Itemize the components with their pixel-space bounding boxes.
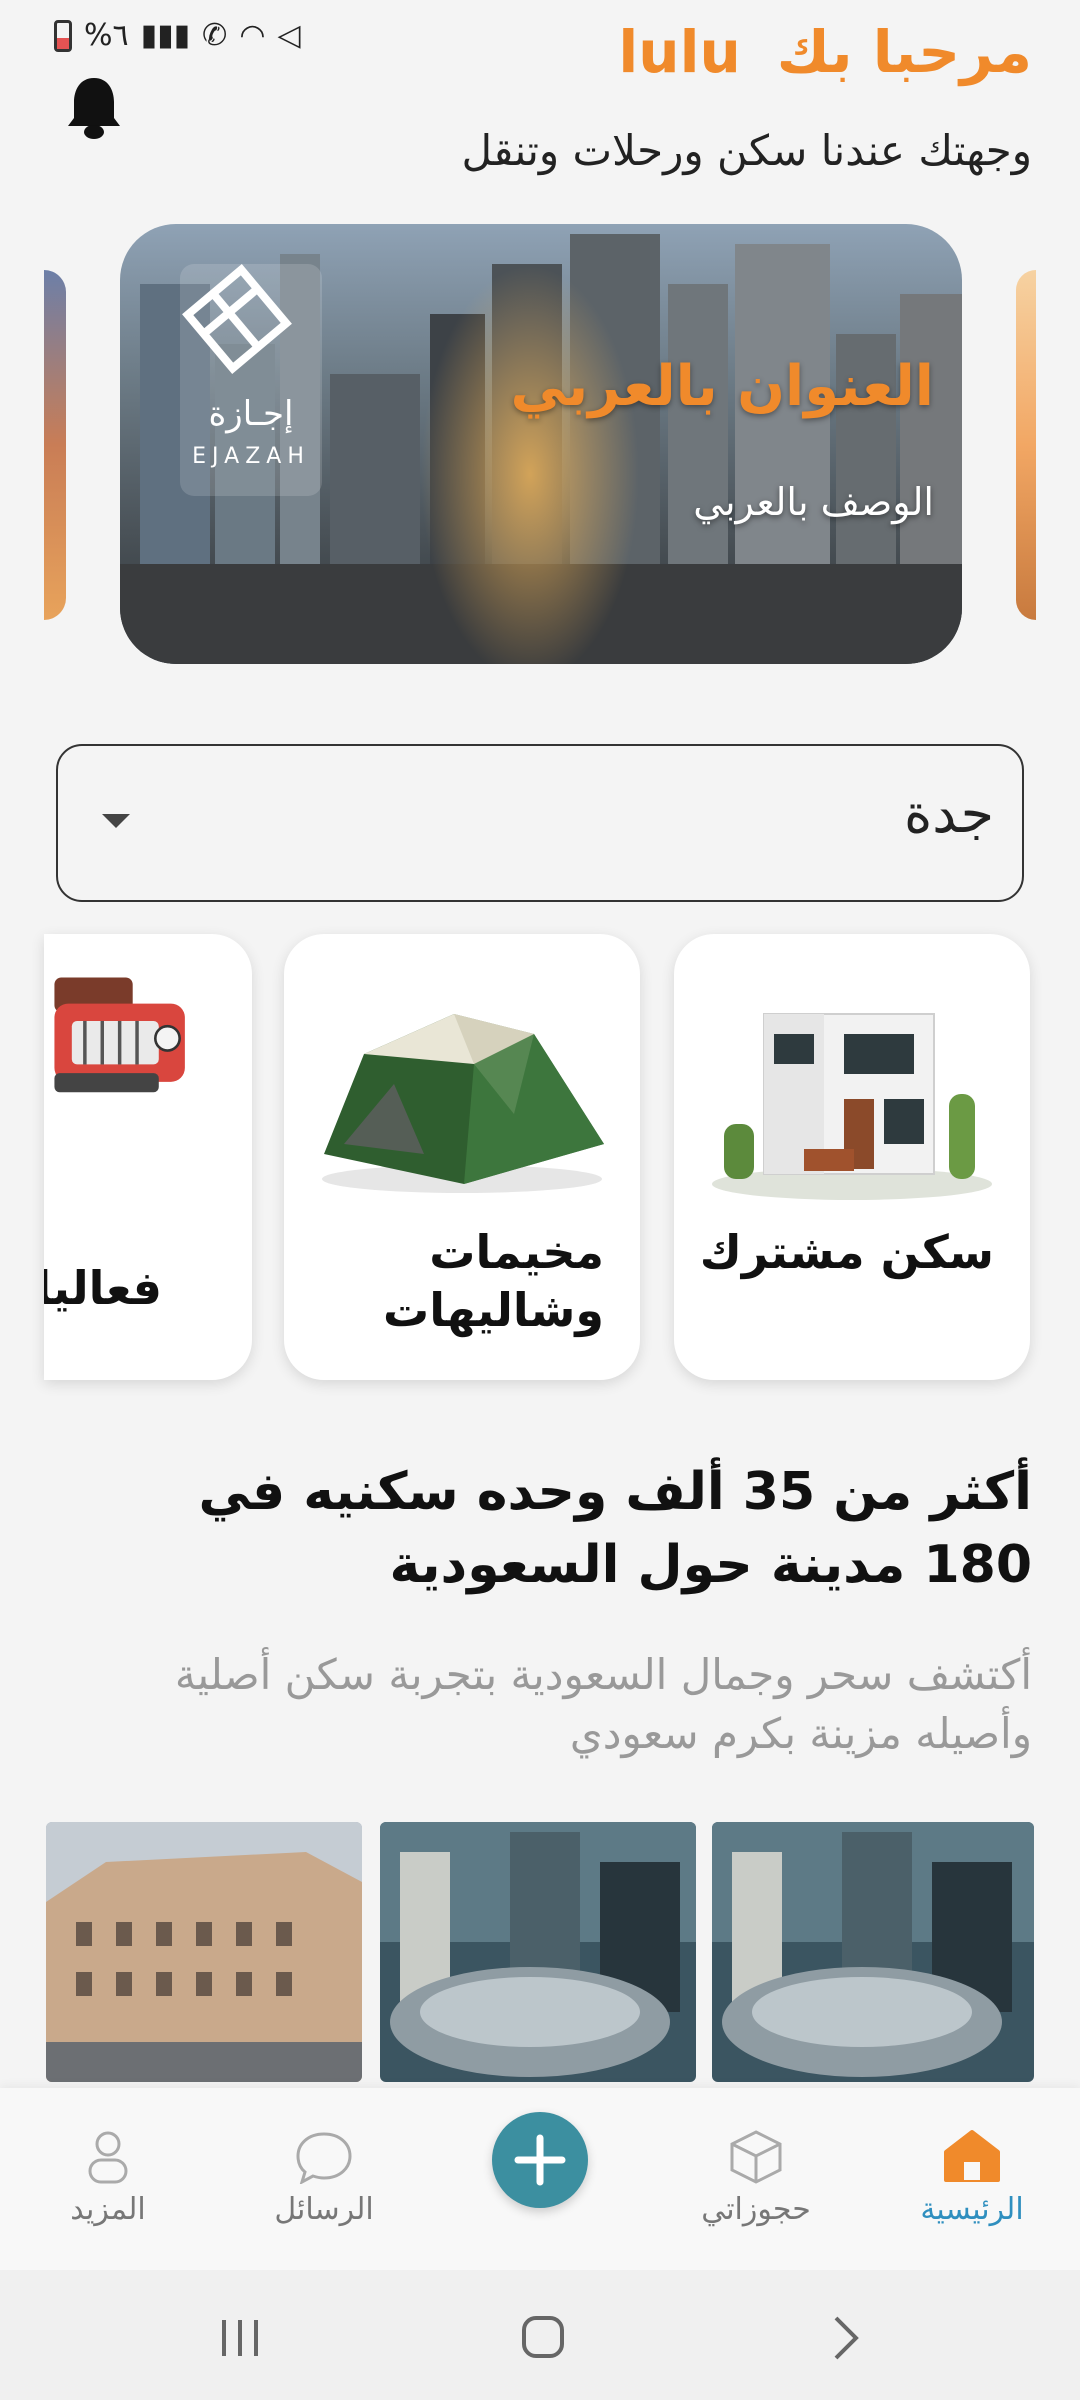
wifi-icon: ◠ [239,18,266,53]
back-icon[interactable] [826,2314,866,2362]
category-label: فعاليا [44,1261,162,1315]
promo-body: أكتشف سحر وجمال السعودية بتجربة سكن أصلي… [174,1650,1032,1758]
nav-bookings[interactable]: حجوزاتي [666,2128,846,2227]
nav-messages-label: الرسائل [274,2192,374,2227]
status-left-group: %٦ ▮▮▮ ✆ ◠ ◁ [54,18,301,53]
call-icon: ✆ [202,18,228,53]
chat-icon [296,2132,352,2184]
welcome-text: مرحبا بك [776,18,1032,86]
city-dropdown[interactable]: جدة [56,744,1024,902]
car-trip-image [54,977,185,1093]
property-card[interactable] [380,1822,696,2082]
caret-down-icon [102,814,130,828]
city-selected-value: جدة [903,782,994,845]
bell-icon[interactable] [64,74,124,142]
nav-home[interactable]: الرئيسية [882,2128,1062,2227]
battery-percent: %٦ [84,18,129,53]
category-label: سكن مشترك [699,1225,994,1279]
banner-description: الوصف بالعربي [693,480,934,524]
user-icon [88,2131,128,2184]
username: lulu [618,18,741,86]
nav-bookings-label: حجوزاتي [701,2192,811,2227]
promo-heading: أكثر من 35 ألف وحده سكنيه في 180 مدينة ح… [198,1462,1032,1595]
signal-icon: ▮▮▮ [140,18,191,53]
shared-housing-image [712,1013,992,1200]
home-icon [944,2130,1000,2182]
property-card[interactable] [712,1822,1034,2082]
banner-title: العنوان بالعربي [510,354,935,419]
recent-apps-icon[interactable] [218,2316,264,2360]
nav-more-label: المزيد [70,2192,146,2227]
nav-messages[interactable]: الرسائل [234,2128,414,2227]
category-activities[interactable]: فعاليا [44,934,252,1380]
home-button-icon[interactable] [520,2314,566,2360]
banner-next-peek[interactable] [1016,270,1036,620]
logo-english-text: EJAZAH [192,444,310,469]
tent-image [322,1014,604,1193]
city-bean-image [712,1822,1034,2082]
header-subtitle: وجهتك عندنا سكن ورحلات وتنقل [461,126,1032,175]
category-label: مخيمات وشاليهات [382,1225,604,1337]
ejazah-logo: إجـازة EJAZAH [180,264,322,496]
property-card[interactable] [46,1822,362,2082]
mute-icon: ◁ [277,18,301,53]
classic-building-image [46,1822,362,2082]
category-camps-chalets[interactable]: مخيمات وشاليهات [284,934,640,1380]
nav-more[interactable]: المزيد [18,2128,198,2227]
welcome-heading: مرحبا بك lulu [618,18,1032,86]
box-icon [730,2130,782,2184]
plus-icon [514,2134,566,2186]
category-shared-housing[interactable]: سكن مشترك [674,934,1030,1380]
battery-icon [54,19,72,52]
add-button[interactable] [492,2112,588,2208]
sun-glow [420,264,640,664]
system-nav-bar [0,2270,1080,2400]
banner-prev-peek[interactable] [44,270,66,620]
city-bean-image [380,1822,696,2082]
promo-banner[interactable]: إجـازة EJAZAH العنوان بالعربي الوصف بالع… [120,224,962,664]
logo-arabic-text: إجـازة [208,394,294,434]
ejazah-logo-icon [182,264,292,374]
nav-home-label: الرئيسية [920,2192,1024,2227]
